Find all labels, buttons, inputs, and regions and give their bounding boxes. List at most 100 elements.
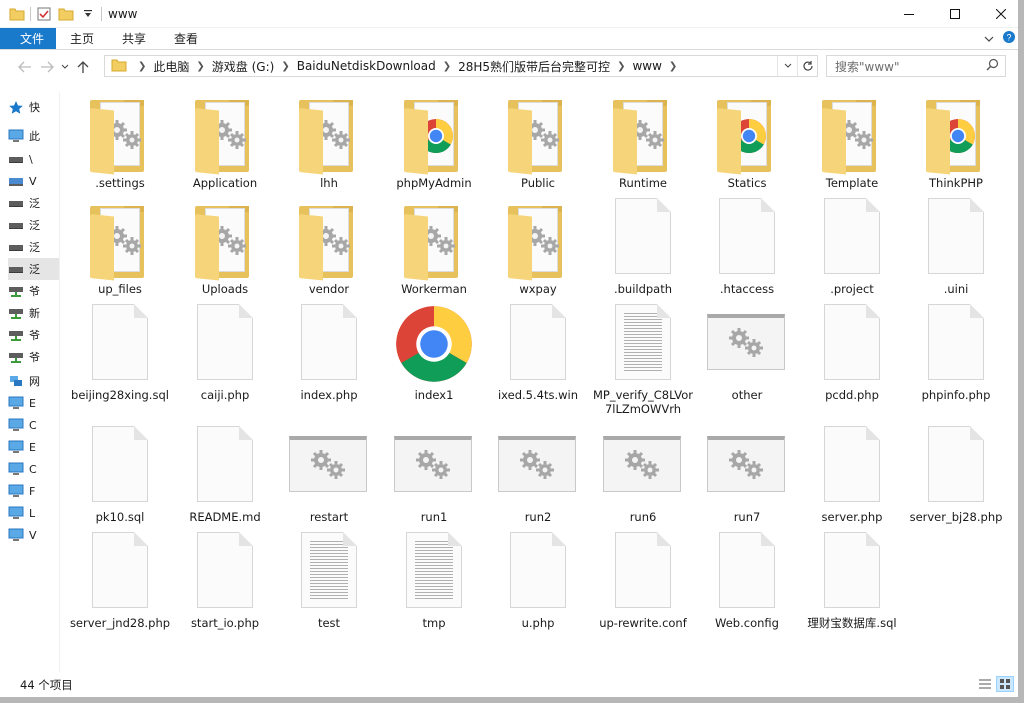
large-icons-view-icon[interactable] (996, 676, 1014, 692)
file-item[interactable]: index1 (382, 304, 486, 416)
file-item[interactable]: test (277, 532, 381, 644)
minimize-button[interactable] (886, 0, 932, 28)
breadcrumb-chevron-icon[interactable]: ❯ (138, 61, 146, 72)
help-icon[interactable]: ? (1002, 30, 1016, 47)
properties-icon[interactable] (33, 3, 55, 25)
folder-item[interactable]: up_files (68, 198, 172, 310)
folder-item[interactable]: Public (486, 92, 590, 204)
file-item[interactable]: pk10.sql (68, 426, 172, 538)
file-item[interactable]: run1 (382, 426, 486, 538)
sidebar-item-network[interactable]: 网 (8, 370, 59, 392)
new-folder-icon[interactable] (55, 3, 77, 25)
folder-item[interactable]: Template (800, 92, 904, 204)
expand-ribbon-icon[interactable] (984, 32, 994, 46)
file-name: run7 (733, 510, 761, 524)
file-item[interactable]: restart (277, 426, 381, 538)
refresh-icon[interactable] (797, 56, 817, 76)
file-item[interactable]: Web.config (695, 532, 799, 644)
file-item[interactable]: server_jnd28.php (68, 532, 172, 644)
file-item[interactable]: run6 (591, 426, 695, 538)
breadcrumb-current[interactable]: www (632, 59, 661, 73)
sidebar-item-network-drive[interactable]: 爷 (8, 324, 59, 346)
folder-item[interactable]: Statics (695, 92, 799, 204)
sidebar-item-network-pc[interactable]: E (8, 392, 59, 414)
breadcrumb-chevron-icon[interactable]: ❯ (617, 61, 625, 72)
breadcrumb-chevron-icon[interactable]: ❯ (281, 61, 289, 72)
file-item[interactable]: pcdd.php (800, 304, 904, 416)
breadcrumb-drive[interactable]: 游戏盘 (G:) (212, 58, 275, 75)
folder-item[interactable]: Uploads (173, 198, 277, 310)
tab-share[interactable]: 共享 (108, 28, 160, 49)
recent-locations-chevron-icon[interactable] (58, 55, 72, 79)
file-item[interactable]: .buildpath (591, 198, 695, 310)
sidebar-item-drive[interactable]: 泛 (8, 214, 59, 236)
folder-item[interactable]: phpMyAdmin (382, 92, 486, 204)
sidebar-item-network-pc[interactable]: E (8, 436, 59, 458)
address-bar[interactable]: ❯ 此电脑 ❯ 游戏盘 (G:) ❯ BaiduNetdiskDownload … (104, 55, 818, 77)
breadcrumb-chevron-icon[interactable]: ❯ (443, 61, 451, 72)
folder-item[interactable]: lhh (277, 92, 381, 204)
file-item[interactable]: tmp (382, 532, 486, 644)
folder-item[interactable]: vendor (277, 198, 381, 310)
sidebar-item-drive[interactable]: 泛 (8, 236, 59, 258)
breadcrumb-chevron-icon[interactable]: ❯ (196, 61, 204, 72)
breadcrumb-chevron-icon[interactable]: ❯ (669, 61, 677, 72)
folder-item[interactable]: wxpay (486, 198, 590, 310)
folder-icon[interactable] (6, 3, 28, 25)
breadcrumb-download[interactable]: BaiduNetdiskDownload (297, 59, 436, 73)
search-input[interactable]: 搜索"www" (826, 55, 1006, 77)
folder-item[interactable]: Workerman (382, 198, 486, 310)
file-item[interactable]: beijing28xing.sql (68, 304, 172, 416)
sidebar-item-quick-access[interactable]: 快 (8, 96, 59, 118)
breadcrumb-this-pc[interactable]: 此电脑 (153, 58, 189, 75)
customize-toolbar-icon[interactable] (77, 3, 99, 25)
file-item[interactable]: ixed.5.4ts.win (486, 304, 590, 416)
file-item[interactable]: caiji.php (173, 304, 277, 416)
folder-item[interactable]: ThinkPHP (904, 92, 1008, 204)
file-item[interactable]: server.php (800, 426, 904, 538)
file-item[interactable]: .uini (904, 198, 1008, 310)
sidebar-item-drive[interactable]: \ (8, 148, 59, 170)
sidebar-item-network-pc[interactable]: V (8, 524, 59, 546)
sidebar-item-network-pc[interactable]: L (8, 502, 59, 524)
sidebar-item-network-drive[interactable]: 新 (8, 302, 59, 324)
file-item[interactable]: other (695, 304, 799, 416)
file-item[interactable]: run2 (486, 426, 590, 538)
folder-item[interactable]: Application (173, 92, 277, 204)
sidebar-item-network-pc[interactable]: C (8, 458, 59, 480)
file-item[interactable]: MP_verify_C8LVor7lLZmOWVrh (591, 304, 695, 416)
sidebar-item-game-drive[interactable]: 泛 (8, 258, 59, 280)
file-item[interactable]: index.php (277, 304, 381, 416)
forward-arrow-icon[interactable] (36, 55, 58, 79)
tab-view[interactable]: 查看 (160, 28, 212, 49)
sidebar-item-network-drive[interactable]: 爷 (8, 346, 59, 368)
sidebar-item-drive[interactable]: 泛 (8, 192, 59, 214)
tab-home[interactable]: 主页 (56, 28, 108, 49)
file-item[interactable]: .project (800, 198, 904, 310)
file-item[interactable]: README.md (173, 426, 277, 538)
file-item[interactable]: server_bj28.php (904, 426, 1008, 538)
file-item[interactable]: start_io.php (173, 532, 277, 644)
file-item[interactable]: up-rewrite.conf (591, 532, 695, 644)
folder-item[interactable]: .settings (68, 92, 172, 204)
maximize-button[interactable] (932, 0, 978, 28)
back-arrow-icon[interactable] (14, 55, 36, 79)
search-icon[interactable] (986, 58, 999, 74)
sidebar-item-network-pc[interactable]: C (8, 414, 59, 436)
sidebar-item-drive[interactable]: V (8, 170, 59, 192)
address-dropdown-icon[interactable] (777, 56, 797, 76)
details-view-icon[interactable] (976, 676, 994, 692)
drive-icon (9, 201, 23, 207)
sidebar-item-network-drive[interactable]: 爷 (8, 280, 59, 302)
file-item[interactable]: .htaccess (695, 198, 799, 310)
up-arrow-icon[interactable] (72, 55, 94, 79)
sidebar-item-this-pc[interactable]: 此 (8, 125, 59, 147)
folder-item[interactable]: Runtime (591, 92, 695, 204)
file-item[interactable]: 理财宝数据库.sql (800, 532, 904, 644)
breadcrumb-project[interactable]: 28H5熟们版带后台完整可控 (458, 58, 610, 75)
sidebar-item-network-pc[interactable]: F (8, 480, 59, 502)
tab-file[interactable]: 文件 (0, 28, 57, 49)
file-item[interactable]: u.php (486, 532, 590, 644)
file-item[interactable]: phpinfo.php (904, 304, 1008, 416)
file-item[interactable]: run7 (695, 426, 799, 538)
